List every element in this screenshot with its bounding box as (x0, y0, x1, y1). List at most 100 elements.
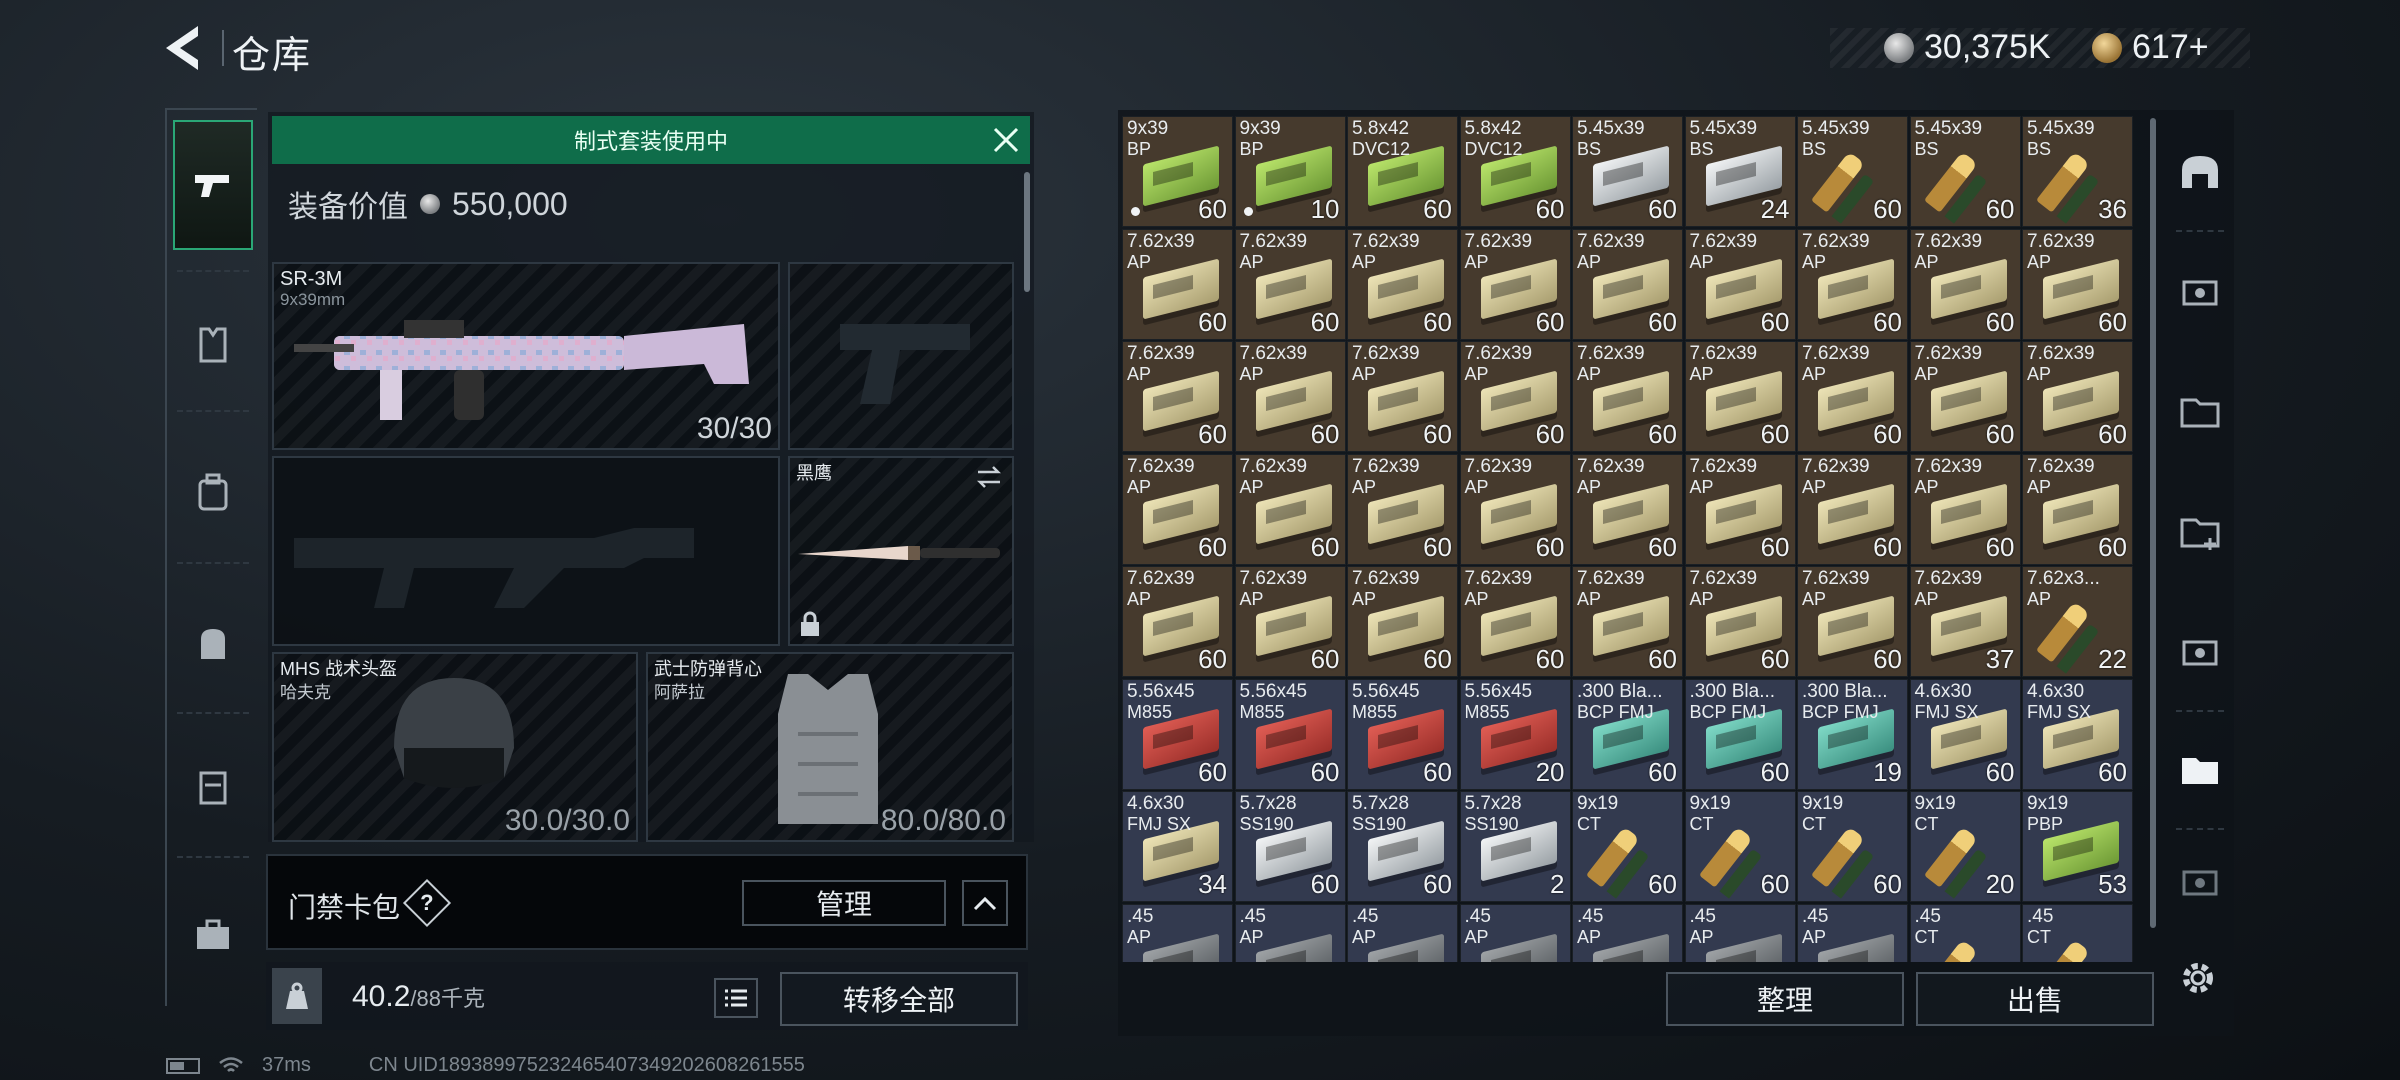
storage-item[interactable]: 5.56x45 M855 20 (1459, 678, 1571, 790)
storage-item[interactable]: .300 Bla... BCP FMJ 19 (1797, 678, 1908, 790)
tab-gear[interactable] (173, 280, 253, 410)
tab-storage-4[interactable] (2170, 622, 2230, 682)
sort-button[interactable]: 整理 (1666, 972, 1904, 1026)
storage-item[interactable]: 7.62x39 AP 60 (1234, 228, 1346, 340)
tab-storage-5[interactable] (2170, 740, 2230, 800)
storage-item[interactable]: 7.62x39 AP 60 (1572, 453, 1683, 565)
storage-item[interactable]: 7.62x39 AP 60 (1234, 341, 1346, 452)
tab-storage-6[interactable] (2170, 852, 2230, 912)
storage-item[interactable]: .300 Bla... BCP FMJ 60 (1572, 678, 1683, 790)
storage-item[interactable]: 7.62x39 AP 60 (1347, 228, 1458, 340)
storage-item[interactable]: 7.62x39 AP 60 (1234, 453, 1346, 565)
armor-slot[interactable]: 武士防弹背心 阿萨拉 80.0/80.0 (646, 652, 1014, 842)
storage-item[interactable]: .45 AP (1347, 903, 1458, 962)
storage-item[interactable]: 7.62x39 AP 60 (1122, 453, 1233, 565)
tab-storage-all[interactable] (2170, 142, 2230, 202)
storage-item[interactable]: 5.7x28 SS190 2 (1459, 791, 1571, 902)
storage-item[interactable]: 7.62x39 AP 60 (2022, 453, 2133, 565)
tab-storage-1[interactable] (2170, 262, 2230, 322)
storage-item[interactable]: 7.62x3... AP 22 (2022, 566, 2133, 677)
storage-item[interactable]: 7.62x39 AP 60 (1797, 566, 1908, 677)
storage-item[interactable]: 7.62x39 AP 60 (1572, 566, 1683, 677)
storage-item[interactable]: 7.62x39 AP 60 (1347, 453, 1458, 565)
storage-item[interactable]: 7.62x39 AP 60 (1797, 341, 1908, 452)
storage-item[interactable]: 4.6x30 FMJ SX 60 (1909, 678, 2021, 790)
storage-item[interactable]: .45 CT (2022, 903, 2133, 962)
storage-item[interactable]: 7.62x39 AP 60 (1122, 228, 1233, 340)
settings-button[interactable] (2172, 952, 2224, 1004)
storage-item[interactable]: 5.45x39 BS 24 (1684, 116, 1796, 227)
storage-item[interactable]: 7.62x39 AP 60 (1347, 341, 1458, 452)
storage-item[interactable]: 7.62x39 AP 60 (1459, 453, 1571, 565)
loadout-scrollbar[interactable] (1024, 172, 1030, 292)
storage-item[interactable]: 7.62x39 AP 60 (1572, 341, 1683, 452)
storage-item[interactable]: 5.56x45 M855 60 (1122, 678, 1233, 790)
storage-item[interactable]: 4.6x30 FMJ SX 60 (2022, 678, 2133, 790)
storage-item[interactable]: .45 AP (1122, 903, 1233, 962)
storage-item[interactable]: 7.62x39 AP 60 (2022, 341, 2133, 452)
storage-item[interactable]: 7.62x39 AP 60 (1572, 228, 1683, 340)
storage-item[interactable]: 5.45x39 BS 60 (1909, 116, 2021, 227)
storage-item[interactable]: 9x19 CT 20 (1909, 791, 2021, 902)
storage-item[interactable]: 9x19 CT 60 (1684, 791, 1796, 902)
tab-toolbox[interactable] (173, 870, 253, 1000)
storage-item[interactable]: .45 CT (1909, 903, 2021, 962)
storage-item[interactable]: 7.62x39 AP 60 (1347, 566, 1458, 677)
manage-button[interactable]: 管理 (742, 880, 946, 926)
melee-slot[interactable]: 黑鹰 (788, 456, 1014, 646)
storage-item[interactable]: 7.62x39 AP 60 (2022, 228, 2133, 340)
storage-item[interactable]: 9x39 BP 10 (1234, 116, 1346, 227)
storage-item[interactable]: 5.45x39 BS 60 (1572, 116, 1683, 227)
storage-item[interactable]: 5.8x42 DVC12 60 (1347, 116, 1458, 227)
sell-button[interactable]: 出售 (1916, 972, 2154, 1026)
storage-item[interactable]: 5.56x45 M855 60 (1234, 678, 1346, 790)
storage-item[interactable]: 7.62x39 AP 60 (1459, 341, 1571, 452)
secondary-weapon-slot[interactable] (272, 456, 780, 646)
tab-container[interactable] (173, 722, 253, 852)
storage-item[interactable]: 5.56x45 M855 60 (1347, 678, 1458, 790)
storage-item[interactable]: 9x19 CT 60 (1572, 791, 1683, 902)
back-button[interactable] (160, 22, 210, 74)
storage-item[interactable]: 7.62x39 AP 60 (1909, 341, 2021, 452)
swap-icon[interactable] (974, 464, 1004, 490)
list-view-button[interactable] (714, 978, 758, 1018)
tab-storage-3[interactable] (2170, 502, 2230, 562)
pistol-slot[interactable] (788, 262, 1014, 450)
primary-weapon-slot[interactable]: SR-3M 9x39mm 30/30 (272, 262, 780, 450)
storage-item[interactable]: 9x19 CT 60 (1797, 791, 1908, 902)
storage-item[interactable]: 7.62x39 AP 60 (1459, 566, 1571, 677)
tab-weapons[interactable] (173, 120, 253, 250)
storage-scrollbar[interactable] (2150, 118, 2156, 928)
storage-item[interactable]: 7.62x39 AP 60 (1684, 453, 1796, 565)
storage-item[interactable]: 5.8x42 DVC12 60 (1459, 116, 1571, 227)
storage-item[interactable]: 7.62x39 AP 60 (1909, 228, 2021, 340)
storage-item[interactable]: 5.45x39 BS 36 (2022, 116, 2133, 227)
storage-item[interactable]: 7.62x39 AP 60 (1122, 566, 1233, 677)
storage-item[interactable]: 7.62x39 AP 60 (1234, 566, 1346, 677)
transfer-all-button[interactable]: 转移全部 (780, 972, 1018, 1026)
storage-item[interactable]: 7.62x39 AP 37 (1909, 566, 2021, 677)
currency-silver[interactable]: 30,375K (1884, 28, 2051, 67)
storage-item[interactable]: 5.7x28 SS190 60 (1234, 791, 1346, 902)
storage-item[interactable]: 9x19 PBP 53 (2022, 791, 2133, 902)
expand-button[interactable] (962, 880, 1008, 926)
tab-bag[interactable] (173, 578, 253, 708)
storage-item[interactable]: .45 AP (1797, 903, 1908, 962)
currency-gold[interactable]: 617+ (2092, 28, 2209, 67)
storage-item[interactable]: 7.62x39 AP 60 (1459, 228, 1571, 340)
close-button[interactable] (984, 118, 1028, 162)
storage-item[interactable]: 7.62x39 AP 60 (1684, 228, 1796, 340)
storage-item[interactable]: 7.62x39 AP 60 (1684, 566, 1796, 677)
storage-item[interactable]: .45 AP (1234, 903, 1346, 962)
storage-item[interactable]: .300 Bla... BCP FMJ 60 (1684, 678, 1796, 790)
tab-storage-2[interactable] (2170, 382, 2230, 442)
helmet-slot[interactable]: MHS 战术头盔 哈夫克 30.0/30.0 (272, 652, 638, 842)
storage-item[interactable]: 7.62x39 AP 60 (1122, 341, 1233, 452)
storage-item[interactable]: 7.62x39 AP 60 (1909, 453, 2021, 565)
storage-item[interactable]: .45 AP (1572, 903, 1683, 962)
storage-item[interactable]: 5.45x39 BS 60 (1797, 116, 1908, 227)
storage-item[interactable]: 9x39 BP 60 (1122, 116, 1233, 227)
storage-item[interactable]: 7.62x39 AP 60 (1797, 228, 1908, 340)
storage-item[interactable]: .45 AP (1684, 903, 1796, 962)
tab-backpack[interactable] (173, 428, 253, 558)
